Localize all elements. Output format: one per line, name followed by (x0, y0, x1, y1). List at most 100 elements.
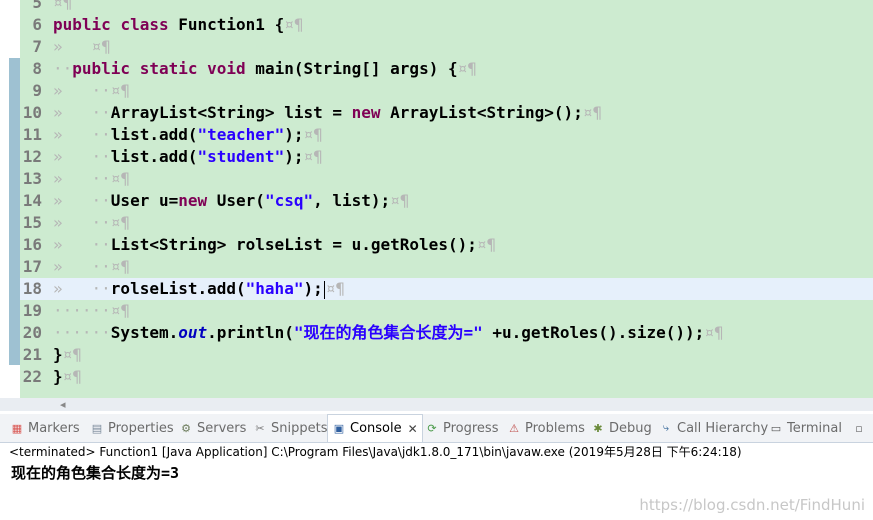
text-caret (323, 280, 325, 299)
tab-debug[interactable]: ✱ Debug (591, 414, 652, 442)
whitespace-marker: ······ (53, 301, 111, 320)
code-line[interactable]: 17 » ··¤¶ (20, 256, 873, 278)
code-line[interactable]: 8 ··public static void main(String[] args… (20, 58, 873, 80)
console-output-text[interactable]: 现在的角色集合长度为=3 (11, 463, 179, 483)
debug-icon: ✱ (593, 421, 603, 435)
whitespace-marker: » ·· (53, 257, 111, 276)
tab-properties[interactable]: ▤ Properties (90, 414, 174, 442)
console-icon: ▣ (333, 422, 345, 435)
code-token: ); (284, 147, 304, 166)
line-number: 14 (22, 191, 42, 210)
string-token: "teacher" (197, 125, 285, 144)
line-source: }¤¶ (53, 366, 82, 388)
code-line[interactable]: 19 ······¤¶ (20, 300, 873, 322)
whitespace-marker: ¤¶ (457, 59, 477, 78)
code-line[interactable]: 20 ······System.out.println("现在的角色集合长度为="… (20, 322, 873, 344)
whitespace-marker: ¤¶ (704, 323, 724, 342)
code-line[interactable]: 5 ¤¶ (20, 0, 873, 14)
tab-terminal[interactable]: ▭ Terminal (769, 414, 842, 442)
code-token: rolseList.add( (110, 279, 246, 298)
change-marker-bar (9, 58, 20, 365)
code-token: +u.getRoles().size()); (482, 323, 705, 342)
console-process-label: <terminated> Function1 [Java Application… (9, 445, 742, 459)
code-token: System. (110, 323, 179, 342)
whitespace-marker: ¤¶ (110, 301, 131, 320)
code-line[interactable]: 18 » ··rolseList.add("haha"); ¤¶ (20, 278, 873, 300)
line-source: ¤¶ (53, 0, 72, 14)
keyword-token: new (178, 191, 208, 210)
code-line[interactable]: 15 » ··¤¶ (20, 212, 873, 234)
line-source: » ¤¶ (53, 36, 111, 58)
line-number: 22 (22, 367, 42, 386)
code-line[interactable]: 14 » ··User u=new User("csq", list);¤¶ (20, 190, 873, 212)
whitespace-marker: ¤¶ (110, 169, 131, 188)
tab-snippets[interactable]: ✂ Snippets (253, 414, 327, 442)
tab-label: Debug (609, 420, 652, 436)
line-number: 10 (22, 103, 42, 122)
minimize-view-button[interactable]: ▫ (852, 414, 866, 442)
code-line[interactable]: 12 » ··list.add("student");¤¶ (20, 146, 873, 168)
tab-servers[interactable]: ⚙ Servers (179, 414, 246, 442)
tab-progress[interactable]: ⟳ Progress (425, 414, 498, 442)
code-line[interactable]: 16 » ··List<String> rolseList = u.getRole… (20, 234, 873, 256)
whitespace-marker: ¤¶ (62, 345, 82, 364)
whitespace-marker: » ·· (53, 81, 111, 100)
whitespace-marker: ¤¶ (390, 191, 410, 210)
code-line[interactable]: 10 » ··ArrayList<String> list = new Array… (20, 102, 873, 124)
field-token: out (178, 323, 208, 342)
whitespace-marker: » ·· (53, 235, 111, 254)
line-number: 21 (22, 345, 42, 364)
close-icon[interactable]: ✕ (408, 422, 418, 436)
code-line[interactable]: 21}¤¶ (20, 344, 873, 366)
line-source: ······¤¶ (53, 300, 130, 322)
line-source: public class Function1 {¤¶ (53, 14, 303, 36)
keyword-token: public (53, 15, 111, 34)
tab-problems[interactable]: ⚠ Problems (507, 414, 585, 442)
tab-label: Markers (28, 420, 80, 436)
code-token: .println( (207, 323, 294, 342)
tab-markers[interactable]: ▦ Markers (10, 414, 80, 442)
whitespace-marker: ¤¶ (303, 147, 323, 166)
code-line[interactable]: 11 » ··list.add("teacher");¤¶ (20, 124, 873, 146)
code-token: User u= (110, 191, 179, 210)
keyword-token: void (207, 59, 246, 78)
terminal-icon: ▭ (770, 421, 782, 435)
keyword-token: static (139, 59, 198, 78)
code-token: ); (284, 125, 304, 144)
properties-icon: ▤ (91, 421, 103, 435)
code-line[interactable]: 6 public class Function1 {¤¶ (20, 14, 873, 36)
tab-console[interactable]: ▣ Console ✕ (327, 414, 423, 442)
whitespace-marker: ¤¶ (91, 37, 111, 56)
code-editor[interactable]: 5 ¤¶ 6 public class Function1 {¤¶ 7» ¤¶ 8 ··pu… (0, 0, 873, 398)
code-token: ArrayList<String> list = (110, 103, 352, 122)
code-line[interactable]: 22 }¤¶ (20, 366, 873, 388)
code-line[interactable]: 13 » ··¤¶ (20, 168, 873, 190)
line-number: 11 (22, 125, 42, 144)
whitespace-marker: » ·· (53, 169, 111, 188)
line-source: ······System.out.println("现在的角色集合长度为=" +… (53, 322, 724, 344)
line-number: 8 (32, 59, 42, 78)
code-line[interactable]: 7 » ¤¶ (20, 36, 873, 58)
whitespace-marker: ¤¶ (110, 81, 131, 100)
code-line[interactable]: 9 » ··¤¶ (20, 80, 873, 102)
line-source: ··public static void main(String[] args)… (53, 58, 477, 80)
whitespace-marker: ¤¶ (110, 213, 131, 232)
line-number: 20 (22, 323, 42, 342)
view-separator[interactable]: ◂ (0, 398, 873, 411)
problems-icon: ⚠ (509, 421, 519, 435)
code-token: User( (207, 191, 265, 210)
line-number: 6 (32, 15, 42, 34)
whitespace-marker: ¤¶ (325, 279, 345, 298)
tab-label: Call Hierarchy (677, 420, 769, 436)
whitespace-marker: ¤¶ (110, 257, 131, 276)
line-number: 9 (32, 81, 42, 100)
tab-label: Console (350, 421, 402, 436)
tab-call-hierarchy[interactable]: ⤷ Call Hierarchy (659, 414, 768, 442)
code-token: Function1 { (168, 15, 285, 34)
minimize-icon: ▫ (855, 421, 863, 435)
whitespace-marker: » ·· (53, 213, 111, 232)
line-number: 13 (22, 169, 42, 188)
whitespace-marker: ¤¶ (476, 235, 497, 254)
line-number: 16 (22, 235, 42, 254)
